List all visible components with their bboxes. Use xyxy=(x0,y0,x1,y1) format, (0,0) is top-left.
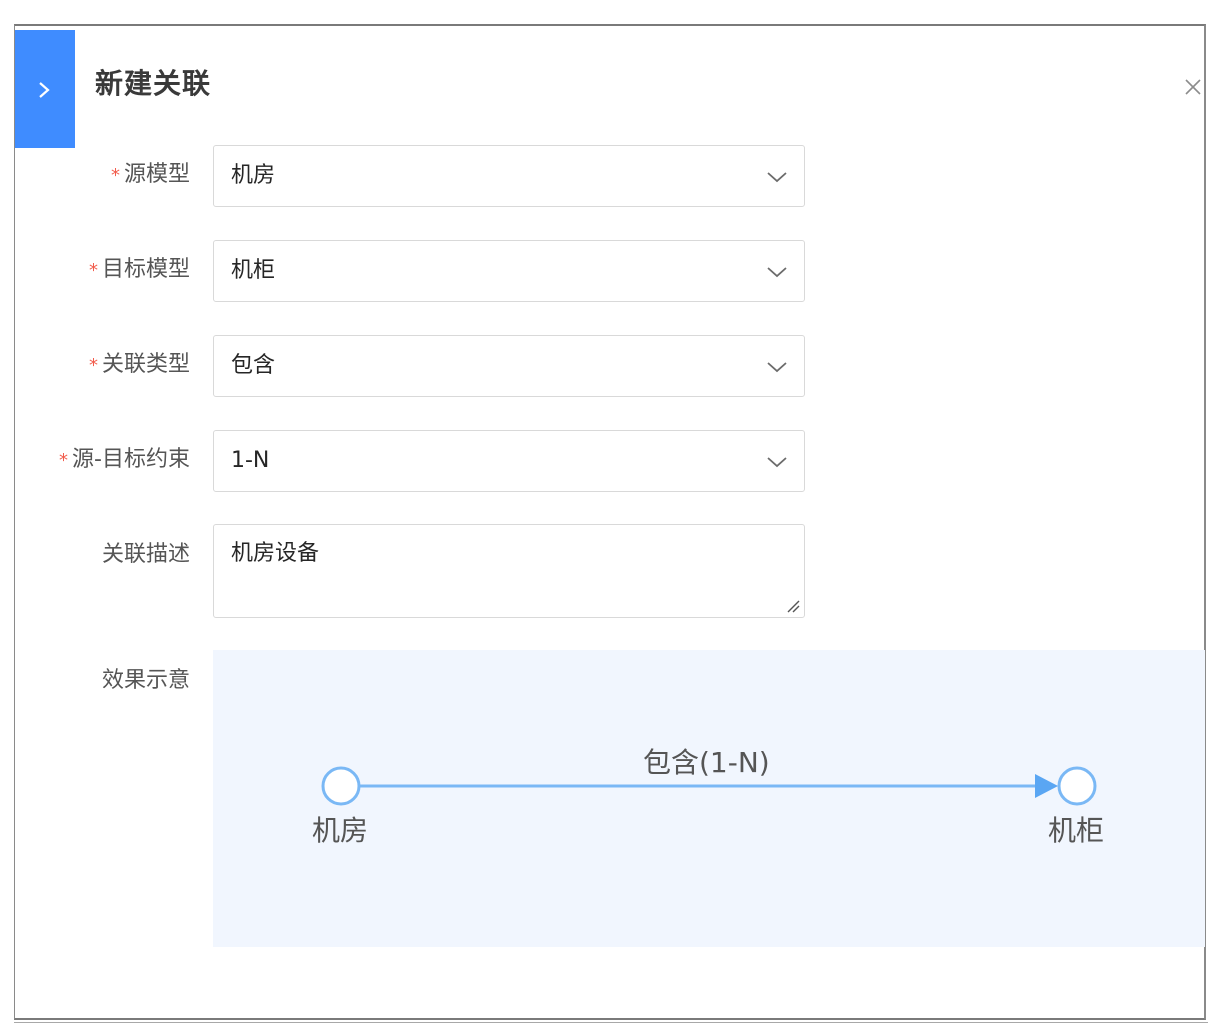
edge-label: 包含(1-N) xyxy=(643,746,770,779)
arrow-head-icon xyxy=(1035,774,1058,798)
source-node-label: 机房 xyxy=(312,814,369,847)
chevron-down-icon xyxy=(767,362,787,373)
description-value: 机房设备 xyxy=(231,541,320,566)
target-node-label: 机柜 xyxy=(1048,814,1105,847)
target-model-select[interactable]: 机柜 xyxy=(213,240,805,302)
constraint-label-text: 源-目标约束 xyxy=(72,447,190,472)
source-model-select[interactable]: 机房 xyxy=(213,145,805,207)
constraint-label: * 源-目标约束 xyxy=(59,445,190,476)
relation-type-label: * 关联类型 xyxy=(89,350,190,381)
close-button[interactable] xyxy=(1182,76,1204,98)
required-mark: * xyxy=(110,165,120,186)
constraint-value: 1-N xyxy=(231,448,270,473)
divider xyxy=(14,1022,1208,1023)
preview-label: 效果示意 xyxy=(101,668,190,693)
resize-grip-icon[interactable] xyxy=(786,599,800,613)
relation-type-value: 包含 xyxy=(231,353,276,378)
description-textarea[interactable]: 机房设备 xyxy=(213,524,805,618)
required-mark: * xyxy=(88,355,98,376)
relation-type-label-text: 关联类型 xyxy=(101,352,190,377)
required-mark: * xyxy=(88,260,98,281)
relation-preview: 包含(1-N) 机房 机柜 xyxy=(213,650,1205,947)
target-model-label: * 目标模型 xyxy=(89,255,190,286)
chevron-down-icon xyxy=(767,267,787,278)
description-label: 关联描述 xyxy=(101,542,190,567)
relation-diagram xyxy=(321,766,1097,806)
chevron-right-icon xyxy=(39,82,50,98)
required-mark: * xyxy=(59,450,69,471)
source-node xyxy=(321,766,361,806)
relation-type-select[interactable]: 包含 xyxy=(213,335,805,397)
target-node xyxy=(1057,766,1097,806)
close-icon xyxy=(1185,79,1201,95)
constraint-select[interactable]: 1-N xyxy=(213,430,805,492)
source-model-value: 机房 xyxy=(231,163,276,188)
source-model-label-text: 源模型 xyxy=(123,162,190,187)
chevron-down-icon xyxy=(767,172,787,183)
chevron-down-icon xyxy=(767,457,787,468)
dialog-title: 新建关联 xyxy=(95,67,212,100)
target-model-label-text: 目标模型 xyxy=(101,257,190,282)
target-model-value: 机柜 xyxy=(231,258,276,283)
collapse-button[interactable] xyxy=(15,30,75,148)
source-model-label: * 源模型 xyxy=(111,160,190,191)
